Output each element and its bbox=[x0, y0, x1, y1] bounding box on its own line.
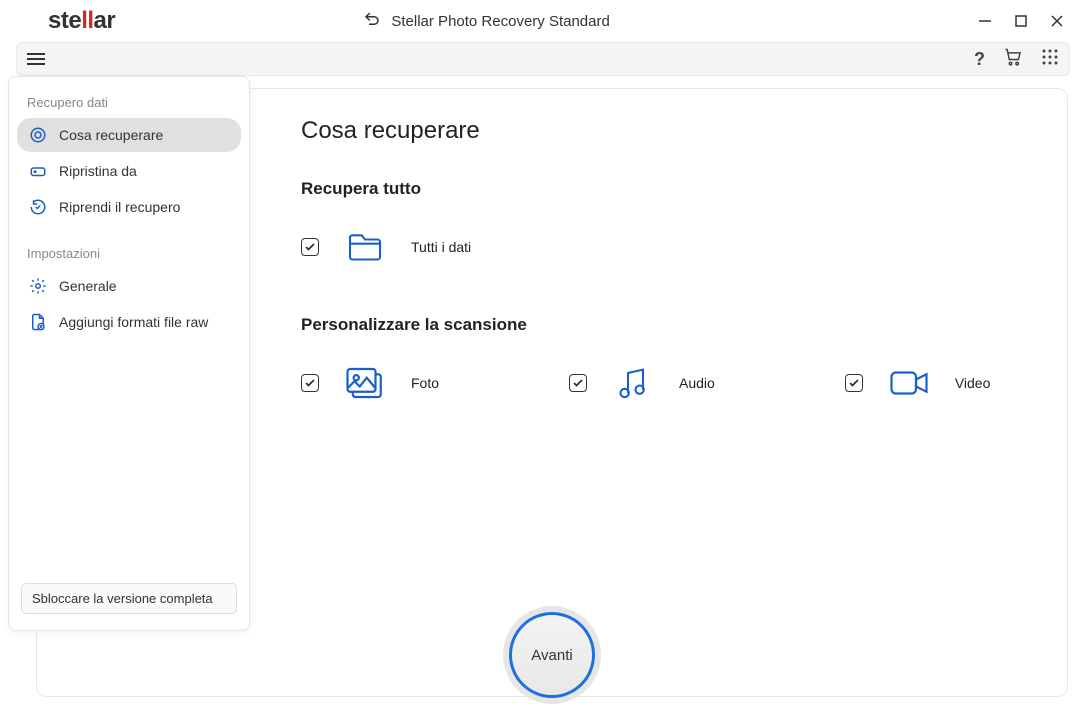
option-label: Video bbox=[955, 375, 991, 391]
sidebar-item-label: Riprendi il recupero bbox=[59, 199, 180, 215]
gear-icon bbox=[29, 277, 47, 295]
option-all-data[interactable]: Tutti i dati bbox=[301, 225, 471, 269]
target-icon bbox=[29, 126, 47, 144]
section-recover-all: Recupera tutto bbox=[301, 179, 1027, 199]
minimize-button[interactable] bbox=[978, 14, 992, 28]
sidebar-item-label: Cosa recuperare bbox=[59, 127, 163, 143]
app-logo: stellar bbox=[48, 7, 115, 35]
window-title: Stellar Photo Recovery Standard bbox=[115, 10, 978, 32]
unlock-full-version-button[interactable]: Sbloccare la versione completa bbox=[21, 583, 237, 614]
next-button[interactable]: Avanti bbox=[509, 612, 595, 698]
audio-icon bbox=[611, 361, 655, 405]
sidebar-item-raw-formats[interactable]: Aggiungi formati file raw bbox=[17, 305, 241, 339]
section-customize: Personalizzare la scansione bbox=[301, 315, 1027, 335]
sidebar: Recupero dati Cosa recuperare Ripristina… bbox=[8, 76, 250, 631]
sidebar-item-resume[interactable]: Riprendi il recupero bbox=[17, 190, 241, 224]
sidebar-item-label: Ripristina da bbox=[59, 163, 137, 179]
option-label: Tutti i dati bbox=[411, 239, 471, 255]
option-audio[interactable]: Audio bbox=[569, 361, 715, 405]
sidebar-item-label: Generale bbox=[59, 278, 117, 294]
back-icon[interactable] bbox=[363, 10, 381, 32]
cart-icon[interactable] bbox=[1003, 47, 1023, 72]
file-add-icon bbox=[29, 313, 47, 331]
option-video[interactable]: Video bbox=[845, 361, 991, 405]
checkbox-video[interactable] bbox=[845, 374, 863, 392]
sidebar-section-recovery: Recupero dati bbox=[17, 89, 241, 118]
sidebar-section-settings: Impostazioni bbox=[17, 240, 241, 269]
checkbox-all-data[interactable] bbox=[301, 238, 319, 256]
resume-icon bbox=[29, 198, 47, 216]
folder-icon bbox=[343, 225, 387, 269]
help-icon[interactable]: ? bbox=[974, 49, 985, 70]
checkbox-photo[interactable] bbox=[301, 374, 319, 392]
sidebar-item-general[interactable]: Generale bbox=[17, 269, 241, 303]
sidebar-item-restore-from[interactable]: Ripristina da bbox=[17, 154, 241, 188]
close-button[interactable] bbox=[1050, 14, 1064, 28]
sidebar-item-label: Aggiungi formati file raw bbox=[59, 314, 208, 330]
option-label: Audio bbox=[679, 375, 715, 391]
checkbox-audio[interactable] bbox=[569, 374, 587, 392]
drive-icon bbox=[29, 162, 47, 180]
maximize-button[interactable] bbox=[1014, 14, 1028, 28]
apps-icon[interactable] bbox=[1041, 48, 1059, 71]
page-title: Cosa recuperare bbox=[301, 117, 1027, 145]
sidebar-item-what-recover[interactable]: Cosa recuperare bbox=[17, 118, 241, 152]
option-photo[interactable]: Foto bbox=[301, 361, 439, 405]
option-label: Foto bbox=[411, 375, 439, 391]
photo-icon bbox=[343, 361, 387, 405]
video-icon bbox=[887, 361, 931, 405]
menu-button[interactable] bbox=[27, 53, 45, 65]
